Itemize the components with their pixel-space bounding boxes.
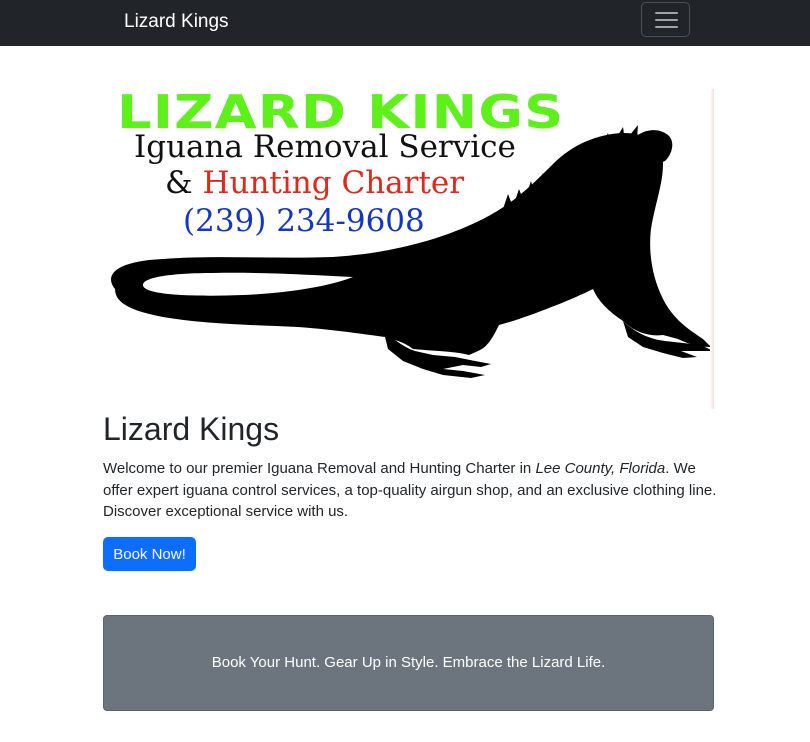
navbar-toggler-button[interactable] — [641, 2, 690, 37]
intro-location: Lee County, Florida — [535, 460, 666, 477]
intro-paragraph: Welcome to our premier Iguana Removal an… — [103, 458, 723, 523]
logo-ampersand: & — [165, 165, 193, 201]
logo-phone-number: (239) 234-9608 — [183, 203, 425, 239]
tagline-banner: Book Your Hunt. Gear Up in Style. Embrac… — [103, 615, 714, 711]
banner-tagline: Book Your Hunt. Gear Up in Style. Embrac… — [211, 654, 606, 671]
page-title: Lizard Kings — [103, 411, 280, 447]
navbar-brand[interactable]: Lizard Kings — [124, 11, 229, 33]
intro-text-start: Welcome to our premier Iguana Removal an… — [103, 460, 536, 477]
logo-charter-text: & Hunting Charter — [165, 165, 464, 201]
logo-hunting-charter: Hunting Charter — [202, 165, 465, 201]
logo-service-text: Iguana Removal Service — [134, 129, 516, 165]
hero-logo-image: LIZARD KINGS Iguana Removal Service & Hu… — [103, 89, 714, 409]
book-now-button[interactable]: Book Now! — [103, 537, 196, 571]
top-navbar: Lizard Kings — [0, 0, 810, 46]
